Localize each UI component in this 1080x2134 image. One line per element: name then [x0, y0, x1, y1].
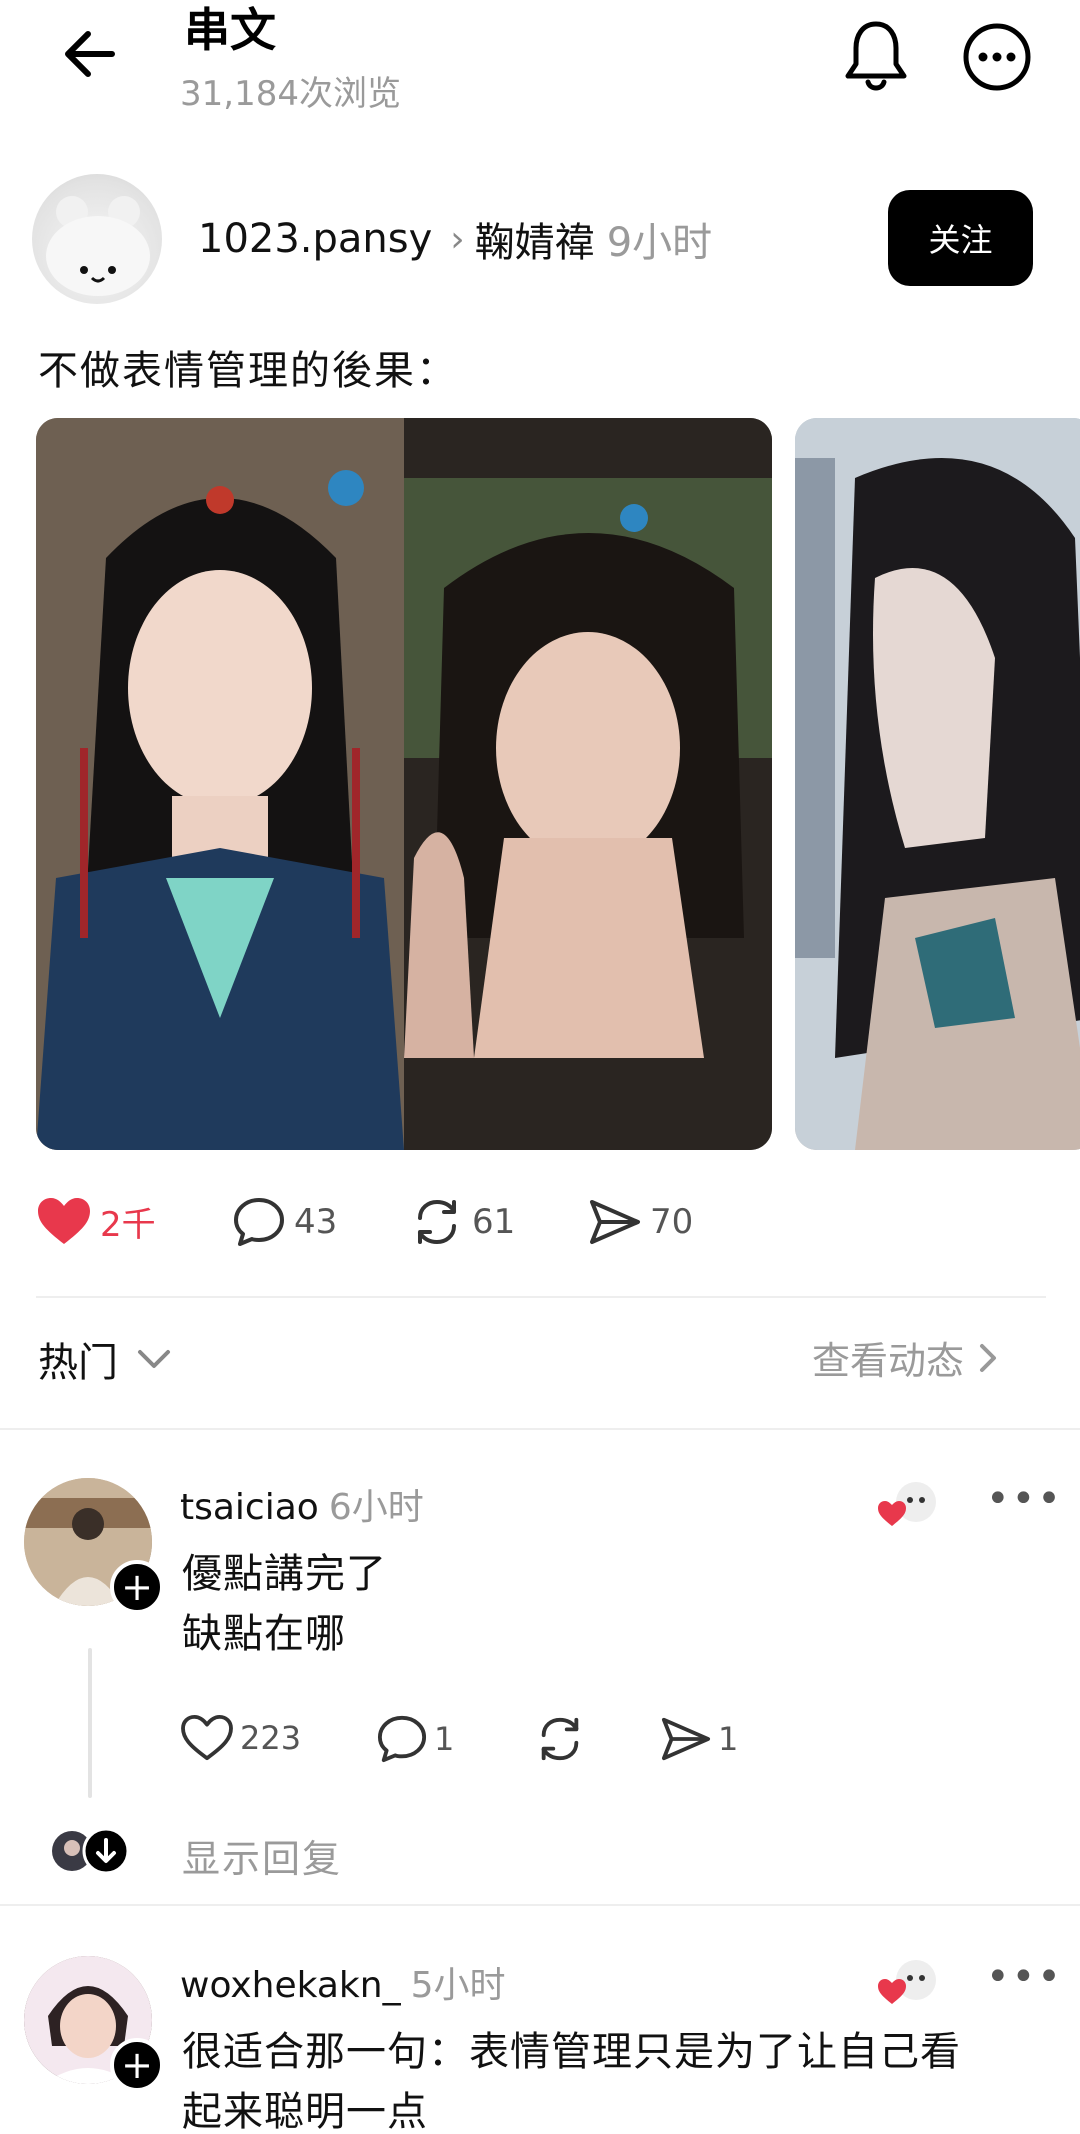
comment-line: 起来聪明一点 — [182, 2089, 428, 2134]
author-avatar[interactable] — [32, 174, 162, 304]
sort-label: 热门 — [38, 1340, 118, 1386]
comment-time: 5小时 — [410, 1965, 506, 2006]
more-horizontal-icon: ••• — [986, 1954, 1063, 2000]
show-replies-link[interactable]: 显示回复 — [182, 1828, 342, 1883]
comment-text: 優點講完了 缺點在哪 — [182, 1544, 387, 1664]
share-count: 70 — [650, 1202, 694, 1242]
plus-icon: + — [121, 2043, 153, 2087]
commenter-username[interactable]: tsaiciao — [180, 1487, 319, 1528]
more-options-button[interactable] — [962, 22, 1032, 92]
follow-plus-button[interactable]: + — [110, 1560, 164, 1614]
divider — [0, 1428, 1080, 1430]
reply-to-name[interactable]: 鞠婧禕 — [475, 210, 595, 268]
comment-header: tsaiciao 6小时 — [180, 1478, 424, 1530]
comment-text: 很适合那一句：表情管理只是为了让自己看 起来聪明一点 — [182, 2022, 1042, 2134]
image-panel-right — [404, 418, 772, 1150]
post-image-2[interactable] — [795, 418, 1080, 1150]
view-activity-link[interactable]: 查看动态 — [812, 1330, 1004, 1385]
post-text: 不做表情管理的後果： — [38, 348, 458, 394]
repost-count: 61 — [472, 1202, 516, 1242]
comment-more-button[interactable]: ••• — [986, 1954, 1063, 2000]
comment-more-button[interactable]: ••• — [986, 1476, 1063, 1522]
repost-icon — [418, 1199, 456, 1245]
author-username[interactable]: 1023.pansy — [198, 216, 432, 262]
comment-share-count: 1 — [718, 1720, 739, 1758]
follow-plus-button[interactable]: + — [110, 2038, 164, 2092]
image-panel-left — [36, 418, 404, 1150]
comment-line: 缺點在哪 — [182, 1611, 346, 1657]
comment-icon — [377, 1715, 427, 1763]
notification-button[interactable] — [842, 18, 910, 94]
heart-filled-icon — [38, 1198, 90, 1244]
comment-like-count: 223 — [240, 1719, 302, 1757]
comment-count: 43 — [294, 1202, 338, 1242]
back-button[interactable] — [58, 22, 122, 86]
commenter-username[interactable]: woxhekakn_ — [180, 1965, 401, 2006]
author-liked-badge — [876, 1474, 940, 1538]
comment-like-button[interactable]: 223 — [180, 1714, 301, 1762]
image-panel-third — [795, 418, 1080, 1150]
divider — [36, 1296, 1046, 1298]
chevron-right-icon — [980, 1343, 997, 1372]
plus-icon: + — [121, 1565, 153, 1609]
share-button[interactable]: 70 — [588, 1196, 693, 1248]
comment-reply-button[interactable]: 1 — [376, 1714, 454, 1764]
repost-button[interactable]: 61 — [410, 1196, 515, 1248]
send-icon — [661, 1717, 711, 1761]
comment-reply-count: 1 — [434, 1720, 455, 1758]
thread-line — [88, 1648, 92, 1798]
avatar-image — [46, 196, 150, 296]
comment-share-button[interactable]: 1 — [660, 1714, 738, 1764]
sort-dropdown[interactable]: 热门 — [38, 1330, 176, 1388]
chevron-down-icon — [138, 1350, 170, 1368]
bell-icon — [845, 21, 907, 91]
author-liked-badge — [876, 1952, 940, 2016]
author-line: 1023.pansy › 鞠婧禕 9小时 — [198, 210, 712, 268]
more-horizontal-icon: ••• — [986, 1476, 1063, 1522]
post-time: 9小时 — [606, 220, 713, 266]
heart-filled-icon — [878, 1501, 906, 1526]
comment-line: 優點講完了 — [182, 1551, 387, 1597]
post-image-1[interactable] — [36, 418, 772, 1150]
send-icon — [590, 1200, 640, 1244]
divider — [0, 1904, 1080, 1906]
comment-icon — [234, 1198, 284, 1246]
like-button[interactable]: 2千 — [36, 1196, 156, 1246]
comment-button[interactable]: 43 — [232, 1196, 337, 1248]
comment-header: woxhekakn_ 5小时 — [180, 1956, 505, 2008]
chevron-right-icon: › — [450, 218, 465, 260]
comment-line: 很适合那一句：表情管理只是为了让自己看 — [182, 2029, 961, 2075]
view-activity-label: 查看动态 — [812, 1339, 965, 1383]
view-count: 31,184次浏览 — [180, 74, 401, 114]
repost-icon — [541, 1717, 579, 1761]
page-title: 串文 — [184, 3, 276, 57]
comment-time: 6小时 — [328, 1487, 424, 1528]
reply-avatars[interactable] — [50, 1826, 132, 1876]
comment-repost-button[interactable] — [534, 1714, 592, 1764]
heart-filled-icon — [878, 1979, 906, 2004]
like-count: 2千 — [100, 1204, 156, 1245]
arrow-left-icon — [65, 31, 115, 77]
heart-icon — [181, 1714, 233, 1761]
more-horizontal-circle-icon — [963, 23, 1031, 91]
follow-button[interactable]: 关注 — [888, 190, 1033, 286]
